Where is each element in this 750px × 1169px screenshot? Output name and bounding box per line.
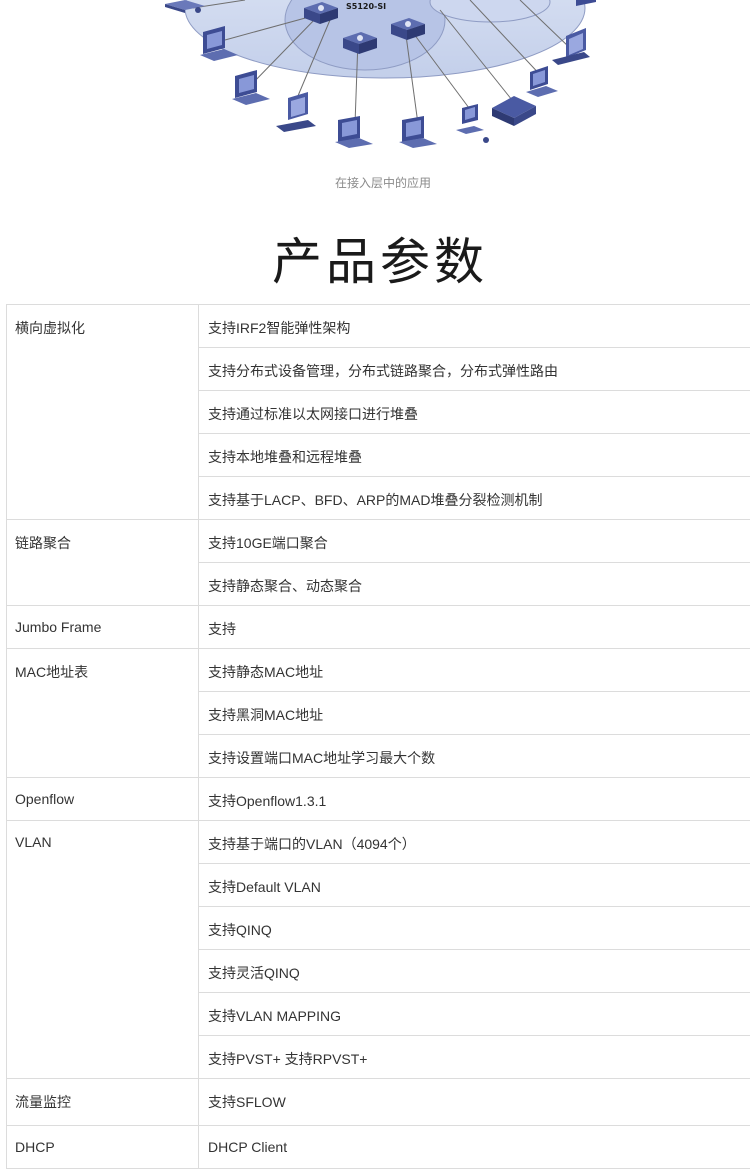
spec-values: 支持IRF2智能弹性架构 支持分布式设备管理，分布式链路聚合，分布式弹性路由 支持通… <box>199 305 750 519</box>
spec-value: 支持黑洞MAC地址 <box>199 692 750 735</box>
spec-value: 支持分布式设备管理，分布式链路聚合，分布式弹性路由 <box>199 348 750 391</box>
spec-value: 支持Default VLAN <box>199 864 750 907</box>
spec-label: DHCP <box>7 1126 199 1168</box>
page-title: 产品参数 <box>272 233 488 291</box>
spec-label: MAC地址表 <box>7 649 199 777</box>
spec-row: Openflow 支持Openflow1.3.1 <box>7 778 750 821</box>
spec-values: 支持静态MAC地址 支持黑洞MAC地址支持设置端口MAC地址学习最大个数 <box>199 649 750 777</box>
spec-value: 支持VLAN MAPPING <box>199 993 750 1036</box>
spec-values: 支持基于端口的VLAN（4094个） 支持Default VLAN 支持QINQ 支持… <box>199 821 750 1078</box>
desktop-pc-icon <box>335 116 373 148</box>
spec-value: 支持QINQ <box>199 907 750 950</box>
spec-value: 支持SFLOW <box>208 1094 286 1110</box>
spec-table: 横向虚拟化 支持IRF2智能弹性架构 支持分布式设备管理，分布式链路聚合，分布式弹性… <box>6 304 750 1169</box>
spec-value: 支持IRF2智能弹性架构 <box>199 305 750 348</box>
spec-value: DHCP Client <box>208 1139 288 1155</box>
spec-value: 支持PVST+ 支持RPVST+ <box>208 1051 368 1067</box>
switch-label: S5120-SI <box>346 2 386 11</box>
spec-values: 支持10GE端口聚合支持静态聚合、动态聚合 <box>199 520 750 605</box>
spec-label: Openflow <box>7 778 199 820</box>
spec-value: 支持本地堆叠和远程堆叠 <box>199 434 750 477</box>
spec-value: 支持静态MAC地址 <box>199 649 750 692</box>
spec-row: Jumbo Frame 支持 <box>7 606 750 649</box>
spec-value: 支持基于LACP、BFD、ARP的MAD堆叠分裂检测机制 <box>208 492 543 508</box>
laptop-icon <box>276 92 316 132</box>
spec-value: 支持基于端口的VLAN（4094个） <box>199 821 750 864</box>
spec-row: 流量监控 支持SFLOW <box>7 1079 750 1126</box>
desktop-pc-icon <box>576 0 596 6</box>
spec-row: MAC地址表 支持静态MAC地址 支持黑洞MAC地址支持设置端口MAC地址学习最大个… <box>7 649 750 778</box>
spec-value: 支持 <box>208 621 236 637</box>
spec-label: 链路聚合 <box>7 520 199 605</box>
spec-value: 支持10GE端口聚合 <box>199 520 750 563</box>
spec-label: VLAN <box>7 821 199 1078</box>
spec-row: VLAN 支持基于端口的VLAN（4094个） 支持Default VLAN 支持QI… <box>7 821 750 1079</box>
spec-values: 支持 <box>199 606 750 648</box>
spec-value: 支持通过标准以太网接口进行堆叠 <box>199 391 750 434</box>
spec-label: 流量监控 <box>7 1079 199 1125</box>
spec-label: 横向虚拟化 <box>7 305 199 519</box>
spec-row: 横向虚拟化 支持IRF2智能弹性架构 支持分布式设备管理，分布式链路聚合，分布式弹性… <box>7 305 750 520</box>
spec-row: 链路聚合 支持10GE端口聚合支持静态聚合、动态聚合 <box>7 520 750 606</box>
diagram-caption: 在接入层中的应用 <box>334 176 431 190</box>
spec-values: DHCP Client <box>199 1126 750 1168</box>
thin-client-icon <box>456 104 489 143</box>
spec-value: 支持静态聚合、动态聚合 <box>208 578 362 594</box>
desktop-pc-icon <box>526 66 558 97</box>
spec-label: Jumbo Frame <box>7 606 199 648</box>
spec-values: 支持Openflow1.3.1 <box>199 778 750 820</box>
spec-values: 支持SFLOW <box>199 1079 750 1125</box>
network-diagram: S5120-SI <box>165 0 596 148</box>
spec-row: DHCP DHCP Client <box>7 1126 750 1169</box>
desktop-pc-icon <box>232 70 270 105</box>
spec-value: 支持设置端口MAC地址学习最大个数 <box>208 750 436 766</box>
spec-value: 支持Openflow1.3.1 <box>208 793 327 809</box>
spec-value: 支持灵活QINQ <box>199 950 750 993</box>
desktop-pc-icon <box>399 116 437 148</box>
